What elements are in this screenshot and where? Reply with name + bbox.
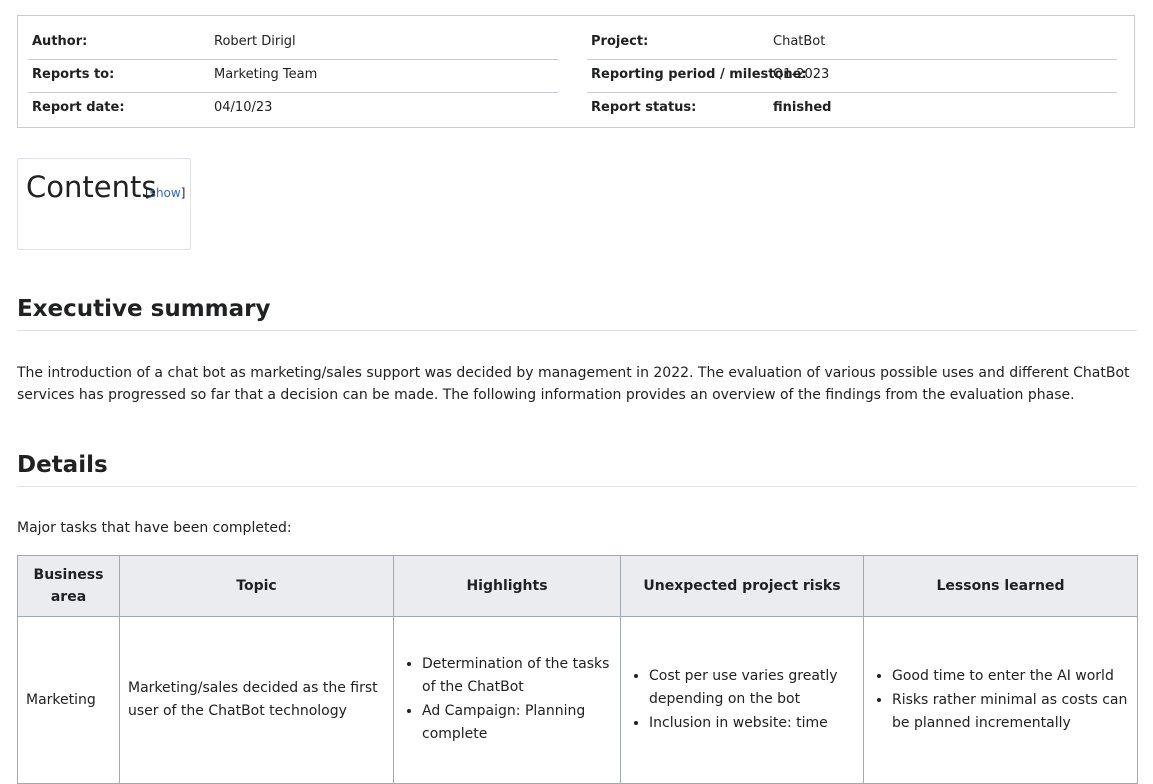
executive-summary-heading: Executive summary [17,294,1137,331]
report-page: Author: Robert Dirigl Reports to: Market… [0,0,1153,784]
header-risks: Unexpected project risks [620,555,864,617]
info-label: Report date: [32,100,125,115]
header-highlights: Highlights [393,555,621,617]
infobox-right-column: Project: ChatBot Reporting period / mile… [587,27,1117,125]
info-value: finished [773,100,832,115]
info-row-author: Author: Robert Dirigl [28,27,558,60]
cell-highlights: Determination of the tasks of the ChatBo… [393,616,621,784]
info-row-reporting-period: Reporting period / milestone: Q1-2023 [587,60,1117,93]
table-of-contents: Contents [show] [17,158,191,250]
list-item: Ad Campaign: Planning complete [422,700,612,746]
toc-show-link[interactable]: show [150,186,181,200]
info-label: Project: [591,34,649,49]
list-item: Cost per use varies greatly depending on… [649,665,855,711]
info-label: Author: [32,34,88,49]
list-item: Risks rather minimal as costs can be pla… [892,689,1129,735]
toc-title: Contents [26,170,157,204]
info-value: ChatBot [773,34,826,49]
info-value: Q1-2023 [773,67,830,82]
risks-list: Cost per use varies greatly depending on… [629,665,855,735]
table-header-row: Business area Topic Highlights Unexpecte… [17,555,1138,617]
info-row-reports-to: Reports to: Marketing Team [28,60,558,93]
toc-toggle: [show] [145,186,185,200]
list-item: Inclusion in website: time [649,712,855,735]
highlights-list: Determination of the tasks of the ChatBo… [402,653,612,746]
info-row-report-date: Report date: 04/10/23 [28,93,558,125]
list-item: Good time to enter the AI world [892,665,1129,688]
header-lessons: Lessons learned [863,555,1138,617]
info-value: Marketing Team [214,67,318,82]
info-value: 04/10/23 [214,100,273,115]
executive-summary-text: The introduction of a chat bot as market… [17,365,1130,403]
lessons-list: Good time to enter the AI world Risks ra… [872,665,1129,735]
toc-bracket-close: ] [180,186,186,200]
info-row-report-status: Report status: finished [587,93,1117,125]
info-row-project: Project: ChatBot [587,27,1117,60]
table-row: Marketing Marketing/sales decided as the… [17,616,1138,784]
header-topic: Topic [119,555,394,617]
details-intro: Major tasks that have been completed: [17,520,292,536]
list-item: Determination of the tasks of the ChatBo… [422,653,612,699]
cell-risks: Cost per use varies greatly depending on… [620,616,864,784]
cell-lessons: Good time to enter the AI world Risks ra… [863,616,1138,784]
details-table: Business area Topic Highlights Unexpecte… [17,555,1138,784]
header-business-area: Business area [17,555,120,617]
cell-topic: Marketing/sales decided as the first use… [119,616,394,784]
info-value: Robert Dirigl [214,34,296,49]
info-label: Report status: [591,100,697,115]
info-label: Reports to: [32,67,115,82]
infobox-left-column: Author: Robert Dirigl Reports to: Market… [28,27,558,125]
details-heading: Details [17,450,1137,487]
report-infobox: Author: Robert Dirigl Reports to: Market… [17,15,1135,128]
cell-business-area: Marketing [17,616,120,784]
